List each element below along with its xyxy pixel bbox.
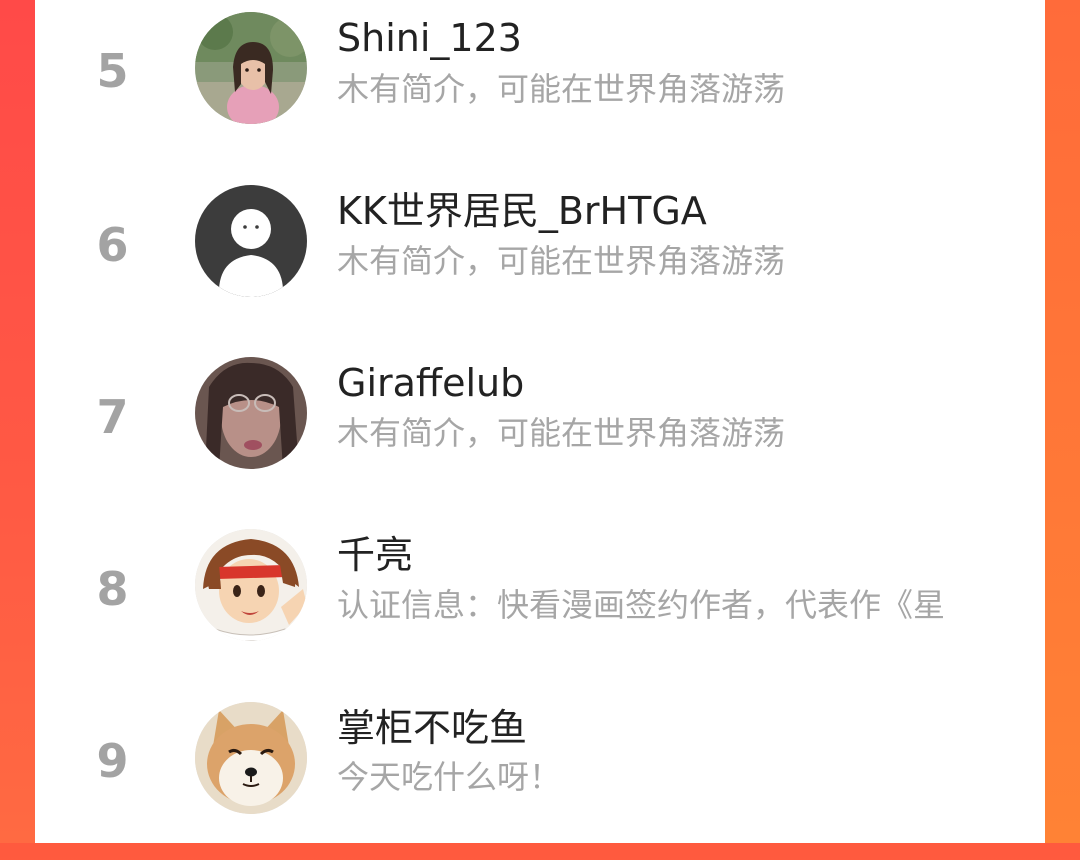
rank-number: 7 <box>96 390 129 444</box>
user-name[interactable]: Shini_123 <box>337 17 522 60</box>
list-item[interactable]: 8 千亮 认证信息：快看漫画签约作者，代表作《星 <box>35 516 1045 688</box>
left-accent-strip <box>0 0 35 843</box>
shiba-dog-avatar-icon[interactable] <box>195 702 307 814</box>
right-accent-strip <box>1045 0 1080 843</box>
user-name[interactable]: 千亮 <box>337 534 413 577</box>
user-name[interactable]: KK世界居民_BrHTGA <box>337 190 707 233</box>
list-item[interactable]: 9 掌柜不吃鱼 今天吃什么呀！ <box>35 688 1045 860</box>
default-user-avatar-icon[interactable] <box>195 185 307 297</box>
user-bio: 今天吃什么呀！ <box>337 758 562 796</box>
ranking-list: 5 Shini_123 木有简介，可能在世界角落游荡 6 KK世界居民_BrHT… <box>35 0 1045 843</box>
user-bio: 认证信息：快看漫画签约作者，代表作《星 <box>337 586 946 624</box>
user-name[interactable]: Giraffelub <box>337 362 524 405</box>
rank-number: 5 <box>96 44 129 98</box>
list-item[interactable]: 7 Giraffelub 木有简介，可能在世界角落游荡 <box>35 344 1045 516</box>
anime-character-avatar-icon[interactable] <box>195 529 307 641</box>
list-item[interactable]: 5 Shini_123 木有简介，可能在世界角落游荡 <box>35 0 1045 172</box>
rank-number: 9 <box>96 734 129 788</box>
user-bio: 木有简介，可能在世界角落游荡 <box>337 242 786 280</box>
rank-number: 6 <box>96 218 129 272</box>
user-bio: 木有简介，可能在世界角落游荡 <box>337 70 786 108</box>
user-bio: 木有简介，可能在世界角落游荡 <box>337 414 786 452</box>
woman-photo-avatar-icon[interactable] <box>195 12 307 124</box>
list-item[interactable]: 6 KK世界居民_BrHTGA 木有简介，可能在世界角落游荡 <box>35 172 1045 344</box>
woman-glasses-avatar-icon[interactable] <box>195 357 307 469</box>
user-name[interactable]: 掌柜不吃鱼 <box>337 707 527 750</box>
rank-number: 8 <box>96 562 129 616</box>
